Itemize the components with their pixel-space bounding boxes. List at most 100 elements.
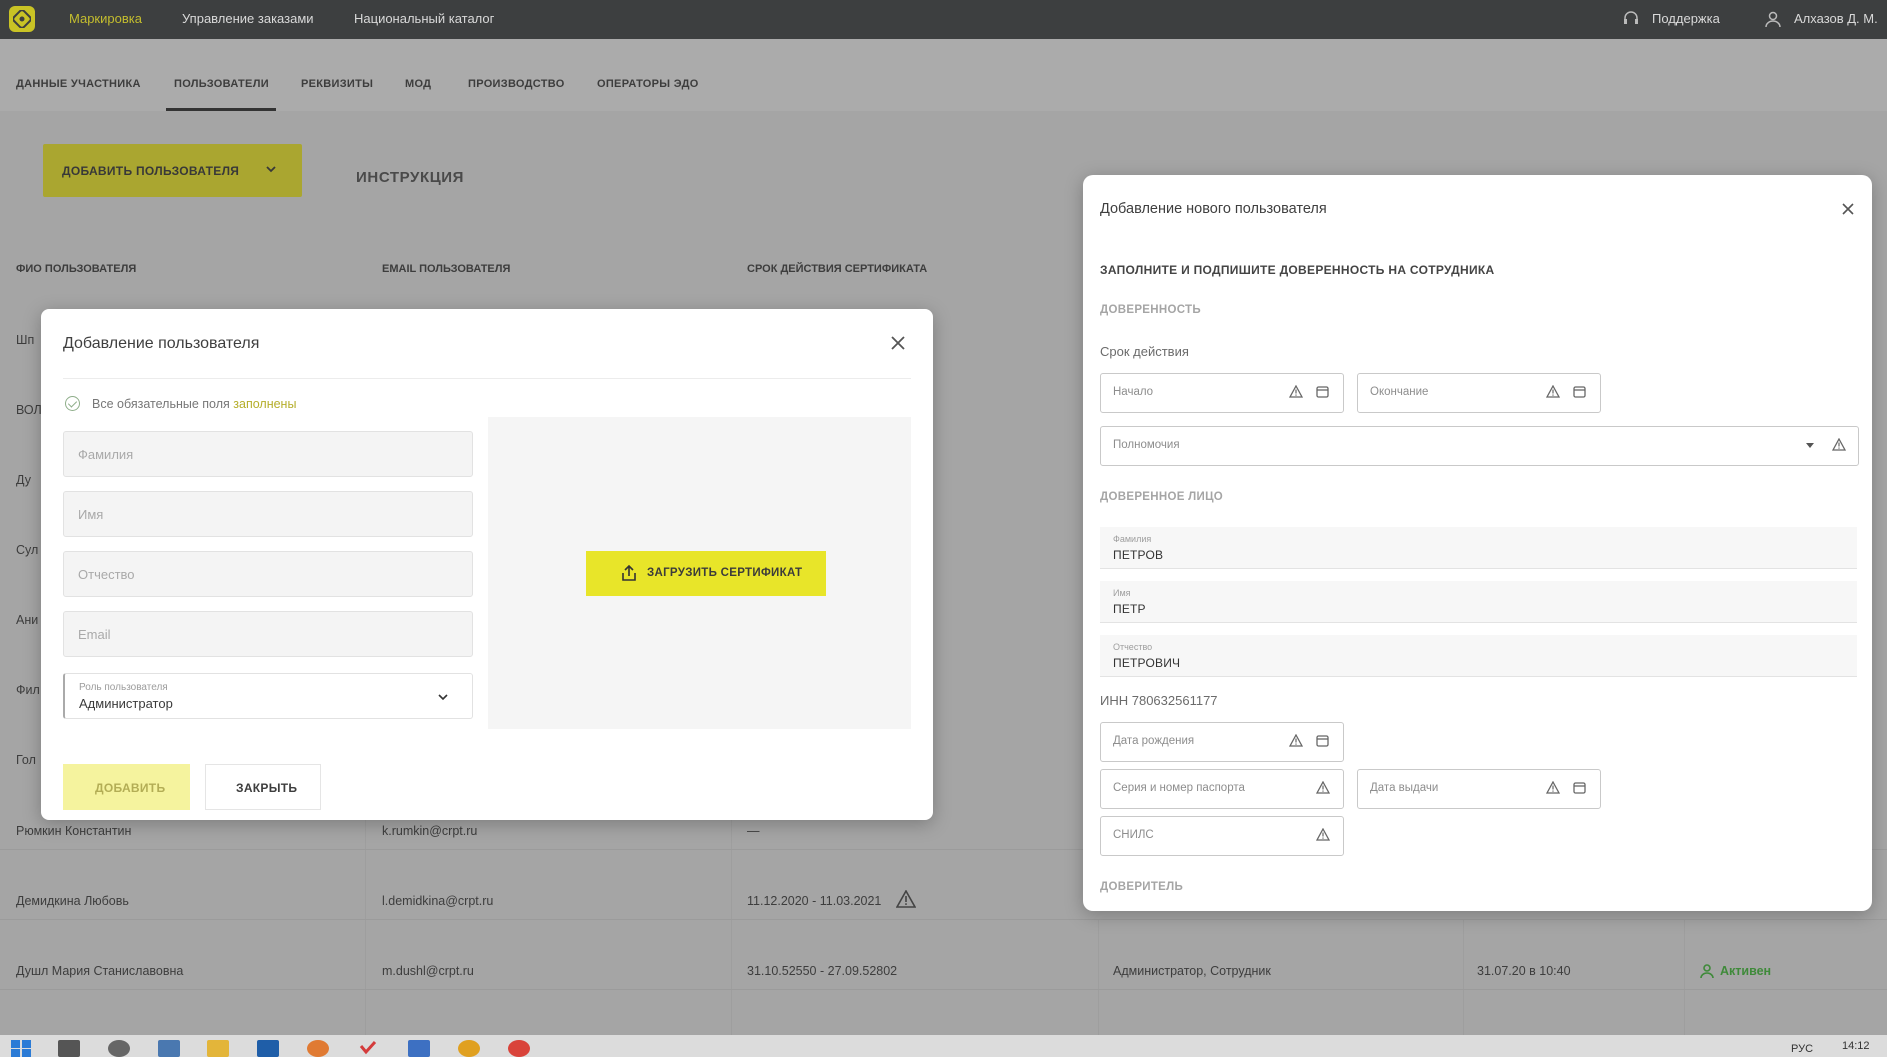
attorney-last-name-label: Фамилия [1113,534,1152,544]
upload-certificate-label: ЗАГРУЗИТЬ СЕРТИФИКАТ [647,567,803,579]
start-date-placeholder: Начало [1113,386,1154,398]
table-row-name-partial[interactable]: Фил [16,683,40,697]
user-icon[interactable] [1764,10,1782,28]
divider [63,378,911,379]
calendar-icon[interactable] [1573,385,1586,398]
warning-icon [1832,438,1846,451]
instruction-link[interactable]: ИНСТРУКЦИЯ [356,169,464,186]
table-row-name-partial[interactable]: Шп [16,333,34,347]
attorney-middle-name-value: ПЕТРОВИЧ [1113,656,1181,670]
task-view-icon[interactable] [58,1040,80,1057]
header-user-name[interactable]: ФИО ПОЛЬЗОВАТЕЛЯ [16,263,136,275]
table-row-email[interactable]: l.demidkina@crpt.ru [382,894,493,908]
current-user-name[interactable]: Алхазов Д. М. [1794,11,1878,26]
attorney-middle-name-field[interactable]: Отчество ПЕТРОВИЧ [1100,635,1857,677]
attorney-last-name-field[interactable]: Фамилия ПЕТРОВ [1100,527,1857,569]
table-row-name-partial[interactable]: Гол [16,753,36,767]
table-row-name-partial[interactable]: ВОЛ [16,403,42,417]
topnav-catalog[interactable]: Национальный каталог [354,11,494,26]
support-link[interactable]: Поддержка [1652,11,1720,26]
last-name-field[interactable]: Фамилия [63,431,473,477]
first-name-field[interactable]: Имя [63,491,473,537]
active-tab-indicator [166,108,276,111]
calendar-icon[interactable] [1316,385,1329,398]
tab-mod[interactable]: МОД [405,78,431,90]
tab-requisites[interactable]: РЕКВИЗИТЫ [301,78,373,90]
upload-certificate-button[interactable]: ЗАГРУЗИТЬ СЕРТИФИКАТ [586,551,826,596]
table-row-role: Администратор, Сотрудник [1113,964,1271,978]
email-placeholder: Email [78,627,111,642]
start-date-field[interactable]: Начало [1100,373,1344,413]
add-button[interactable]: ДОБАВИТЬ [63,764,190,810]
user-role-select[interactable]: Роль пользователя Администратор [63,673,473,719]
table-row-name[interactable]: Рюмкин Константин [16,824,131,838]
firefox-icon[interactable] [307,1040,329,1057]
topnav-marking[interactable]: Маркировка [69,11,142,26]
birth-date-placeholder: Дата рождения [1113,735,1195,747]
close-button[interactable]: ЗАКРЫТЬ [205,764,321,810]
app-logo-icon[interactable] [9,6,35,32]
topnav-orders[interactable]: Управление заказами [182,11,314,26]
passport-field[interactable]: Серия и номер паспорта [1100,769,1344,809]
inn-value: ИНН 780632561177 [1100,693,1218,708]
add-user-button[interactable]: ДОБАВИТЬ ПОЛЬЗОВАТЕЛЯ [43,144,302,197]
keyboard-language[interactable]: РУС [1791,1043,1813,1055]
save-icon[interactable] [257,1040,279,1057]
snils-placeholder: СНИЛС [1113,829,1154,841]
end-date-placeholder: Окончание [1370,386,1429,398]
warning-icon [1546,781,1560,794]
table-row-email[interactable]: m.dushl@crpt.ru [382,964,474,978]
tab-participant-data[interactable]: ДАННЫЕ УЧАСТНИКА [16,78,141,90]
table-row-name-partial[interactable]: Ани [16,613,38,627]
tab-edo-operators[interactable]: ОПЕРАТОРЫ ЭДО [597,78,699,90]
windows-start-icon[interactable] [10,1039,32,1057]
calendar-app-icon[interactable] [408,1040,430,1057]
os-taskbar: РУС 14:12 [0,1035,1887,1057]
powers-placeholder: Полномочия [1113,439,1180,451]
table-row-name-partial[interactable]: Ду [16,473,31,487]
folder-icon[interactable] [207,1040,229,1057]
issue-date-field[interactable]: Дата выдачи [1357,769,1601,809]
system-clock[interactable]: 14:12 [1842,1040,1870,1052]
row-divider [0,919,1887,920]
tab-production[interactable]: ПРОИЗВОДСТВО [468,78,565,90]
calendar-icon[interactable] [1316,734,1329,747]
dialog-title: Добавление пользователя [63,335,260,352]
powers-select[interactable]: Полномочия [1100,426,1859,466]
table-row-date: 31.07.20 в 10:40 [1477,964,1571,978]
calendar-icon[interactable] [1573,781,1586,794]
middle-name-field[interactable]: Отчество [63,551,473,597]
check-app-icon[interactable] [358,1040,378,1057]
birth-date-field[interactable]: Дата рождения [1100,722,1344,762]
close-icon[interactable] [1842,203,1854,215]
chevron-down-icon [266,166,276,173]
table-row-name[interactable]: Демидкина Любовь [16,894,129,908]
attorney-first-name-value: ПЕТР [1113,602,1146,616]
table-row-email[interactable]: k.rumkin@crpt.ru [382,824,477,838]
column-divider [1463,919,1464,1035]
tab-users[interactable]: ПОЛЬЗОВАТЕЛИ [174,78,269,90]
search-icon[interactable] [108,1040,130,1057]
add-user-dialog: Добавление пользователя Все обязательные… [41,309,933,820]
table-row-name[interactable]: Душл Мария Станиславовна [16,964,183,978]
warning-icon [1546,385,1560,398]
snils-field[interactable]: СНИЛС [1100,816,1344,856]
header-user-email[interactable]: EMAIL ПОЛЬЗОВАТЕЛЯ [382,263,510,275]
email-field[interactable]: Email [63,611,473,657]
check-circle-icon [65,396,80,411]
attorney-first-name-field[interactable]: Имя ПЕТР [1100,581,1857,623]
chrome-icon[interactable] [508,1040,530,1057]
end-date-field[interactable]: Окончание [1357,373,1601,413]
top-navigation-bar: Маркировка Управление заказами Националь… [0,0,1887,39]
headset-icon[interactable] [1622,10,1640,28]
header-cert-validity[interactable]: СРОК ДЕЙСТВИЯ СЕРТИФИКАТА [747,263,927,275]
validation-status-text: Все обязательные поля [92,397,230,411]
attorney-first-name-label: Имя [1113,588,1131,598]
calculator-icon[interactable] [158,1040,180,1057]
middle-name-placeholder: Отчество [78,567,135,582]
table-row-name-partial[interactable]: Сул [16,543,38,557]
close-icon[interactable] [891,336,905,350]
column-divider [1684,919,1685,1035]
app-icon[interactable] [458,1040,480,1057]
add-user-button-label: ДОБАВИТЬ ПОЛЬЗОВАТЕЛЯ [62,164,240,178]
